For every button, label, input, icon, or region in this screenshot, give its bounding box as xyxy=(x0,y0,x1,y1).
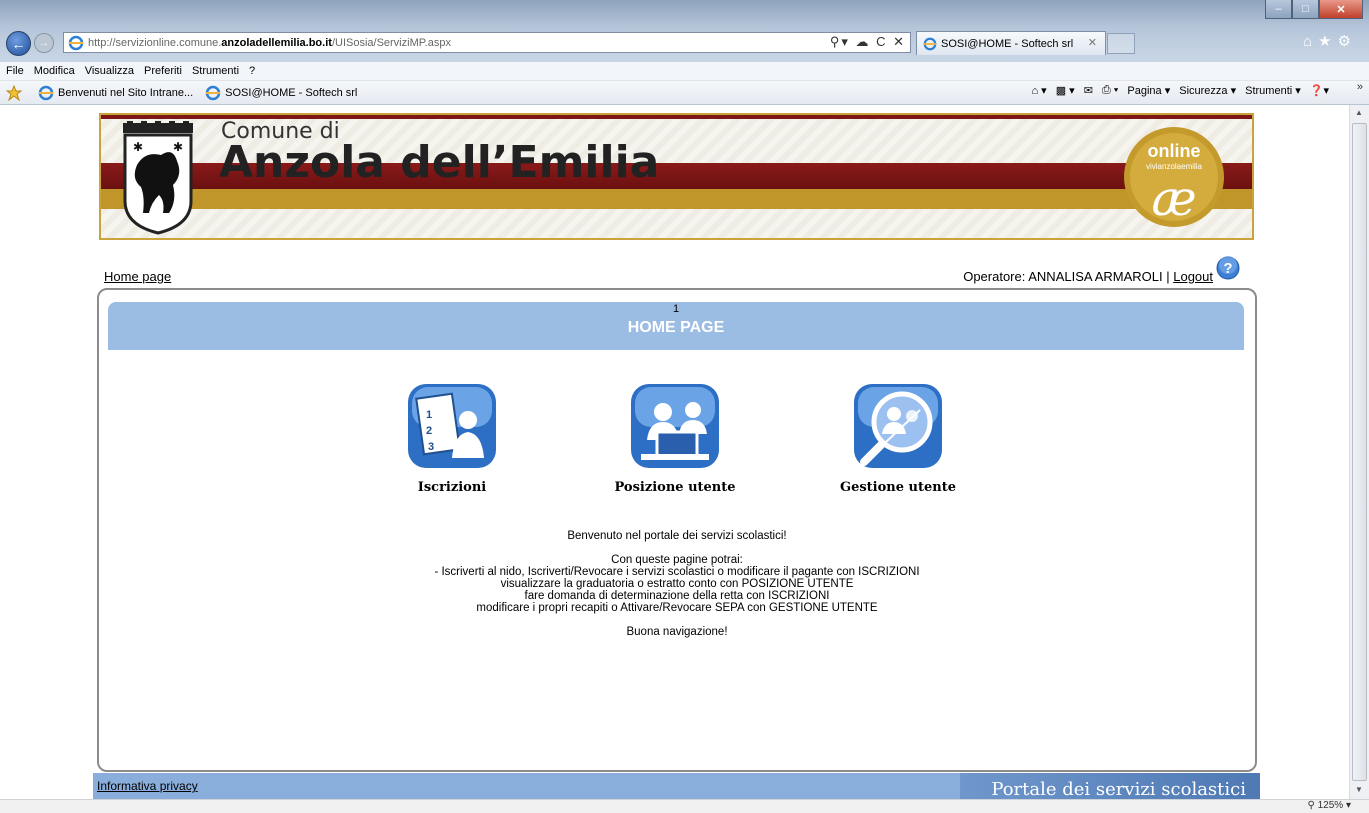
favorites-bar: Benvenuti nel Sito Intrane... SOSI@HOME … xyxy=(0,81,1369,105)
address-bar[interactable]: http://servizionline.comune.anzoladellem… xyxy=(63,32,911,53)
help-icon[interactable]: ? xyxy=(1216,256,1240,280)
page-header-bar: 1 HOME PAGE xyxy=(108,302,1244,350)
operator-name: Operatore: ANNALISA ARMAROLI | xyxy=(963,269,1174,284)
security-menu[interactable]: Sicurezza ▾ xyxy=(1179,84,1236,97)
favorite-label: Benvenuti nel Sito Intrane... xyxy=(58,86,194,99)
menu-modifica[interactable]: Modifica xyxy=(34,65,75,77)
print-icon[interactable]: ⎙ ▾ xyxy=(1102,84,1118,97)
page-menu[interactable]: Pagina ▾ xyxy=(1127,84,1170,97)
favorite-label: SOSI@HOME - Softech srl xyxy=(225,86,358,99)
welcome-line: Con queste pagine potrai: xyxy=(611,554,743,566)
feeds-icon[interactable]: ▩ ▾ xyxy=(1056,84,1075,97)
home-icon[interactable]: ⌂ ▾ xyxy=(1031,84,1046,97)
privacy-link[interactable]: Informativa privacy xyxy=(97,779,198,793)
mail-icon[interactable]: ✉ xyxy=(1084,84,1093,97)
menu-strumenti[interactable]: Strumenti xyxy=(192,65,239,77)
user-search-icon xyxy=(854,384,942,468)
menu-visualizza[interactable]: Visualizza xyxy=(85,65,134,77)
window-controls: – □ ✕ xyxy=(1265,0,1363,19)
page-viewport: ✱ ✱ Comune di Anzola dell’Emilia online … xyxy=(0,105,1349,799)
favorites-star[interactable] xyxy=(6,84,26,101)
minimize-button[interactable]: – xyxy=(1265,0,1292,19)
favorites-star-icon xyxy=(6,84,22,101)
banner-town-name: Anzola dell’Emilia xyxy=(219,137,660,188)
vertical-scrollbar[interactable]: ▲ ▼ xyxy=(1349,105,1369,799)
browser-titlebar: – □ ✕ ← → http://servizionline.comune.an… xyxy=(0,0,1369,62)
operator-info: Operatore: ANNALISA ARMAROLI | Logout xyxy=(963,269,1213,284)
help-menu-icon[interactable]: ❓▾ xyxy=(1310,84,1329,97)
new-tab-button[interactable] xyxy=(1107,33,1135,54)
service-posizione-utente[interactable]: Posizione utente xyxy=(595,382,755,495)
maximize-button[interactable]: □ xyxy=(1292,0,1319,19)
page-title: HOME PAGE xyxy=(627,319,725,336)
page-footer: Informativa privacy Portale dei servizi … xyxy=(93,773,1260,799)
welcome-line: Buona navigazione! xyxy=(626,626,728,638)
tab-label: SOSI@HOME - Softech srl xyxy=(941,37,1074,50)
svg-text:vivianzolaemilia: vivianzolaemilia xyxy=(1146,162,1203,171)
service-gestione-utente[interactable]: Gestione utente xyxy=(818,382,978,495)
ie-page-icon xyxy=(205,85,221,100)
toolbar-chevron-icon[interactable]: » xyxy=(1357,81,1363,93)
favorite-link-sosi[interactable]: SOSI@HOME - Softech srl xyxy=(205,85,357,101)
menu-bar: File Modifica Visualizza Preferiti Strum… xyxy=(0,62,1369,81)
svg-text:æ: æ xyxy=(1151,171,1196,227)
url-text: http://servizionline.comune.anzoladellem… xyxy=(88,36,451,49)
svg-text:3: 3 xyxy=(428,441,434,453)
service-label-iscrizioni: Iscrizioni xyxy=(417,480,487,495)
online-logo-icon: online vivianzolaemilia æ xyxy=(1124,127,1224,227)
svg-text:2: 2 xyxy=(426,425,432,437)
search-refresh-stop-icons[interactable]: ⚲▾ ☁ C ✕ xyxy=(830,34,906,50)
service-iscrizioni[interactable]: 1 2 3 Iscrizioni xyxy=(372,382,532,495)
user-computer-icon xyxy=(631,384,719,468)
svg-text:✱: ✱ xyxy=(133,140,143,154)
tab-close-icon[interactable]: ✕ xyxy=(1088,36,1097,49)
home-favorites-settings-icons[interactable]: ⌂★⚙ xyxy=(1303,32,1357,50)
menu-file[interactable]: File xyxy=(6,65,24,77)
scroll-down-arrow-icon[interactable]: ▼ xyxy=(1355,785,1363,794)
status-bar: ⚲ 125% ▾ xyxy=(0,799,1369,813)
ie-tab-icon xyxy=(923,37,937,50)
service-label-posizione-utente: Posizione utente xyxy=(614,480,736,495)
coat-of-arms-icon: ✱ ✱ xyxy=(123,121,193,235)
welcome-line: - Iscriverti al nido, Iscriverti/Revocar… xyxy=(434,566,920,578)
scroll-up-arrow-icon[interactable]: ▲ xyxy=(1355,108,1363,117)
welcome-message: Benvenuto nel portale dei servizi scolas… xyxy=(99,530,1255,638)
favorite-link-intranet[interactable]: Benvenuti nel Sito Intrane... xyxy=(38,85,193,101)
welcome-line: Benvenuto nel portale dei servizi scolas… xyxy=(567,530,787,542)
tab-sosi-home[interactable]: SOSI@HOME - Softech srl ✕ xyxy=(916,31,1106,55)
svg-text:?: ? xyxy=(1223,260,1232,277)
header-banner: ✱ ✱ Comune di Anzola dell’Emilia online … xyxy=(99,113,1254,240)
welcome-line: visualizzare la graduatoria o estratto c… xyxy=(500,578,854,590)
home-page-link[interactable]: Home page xyxy=(104,269,171,284)
menu-help[interactable]: ? xyxy=(249,65,255,77)
menu-preferiti[interactable]: Preferiti xyxy=(144,65,182,77)
enrollment-list-icon: 1 2 3 xyxy=(408,384,496,468)
svg-text:✱: ✱ xyxy=(173,140,183,154)
tools-menu[interactable]: Strumenti ▾ xyxy=(1245,84,1301,97)
scrollbar-thumb[interactable] xyxy=(1352,123,1367,781)
command-bar: ⌂ ▾ ▩ ▾ ✉ ⎙ ▾ Pagina ▾ Sicurezza ▾ Strum… xyxy=(1022,84,1329,97)
welcome-line: modificare i propri recapiti o Attivare/… xyxy=(476,602,878,614)
service-label-gestione-utente: Gestione utente xyxy=(839,480,956,495)
portal-name: Portale dei servizi scolastici xyxy=(991,779,1246,799)
svg-text:online: online xyxy=(1148,141,1201,161)
banner-gold-stripe xyxy=(101,189,1252,209)
ie-page-icon xyxy=(68,35,84,50)
svg-text:1: 1 xyxy=(426,409,432,421)
page-number: 1 xyxy=(672,303,680,315)
footer-portal-band: Portale dei servizi scolastici xyxy=(960,773,1260,799)
back-button[interactable]: ← xyxy=(6,31,31,56)
forward-button[interactable]: → xyxy=(34,33,54,53)
close-window-button[interactable]: ✕ xyxy=(1319,0,1363,19)
ie-page-icon xyxy=(38,85,54,100)
zoom-level[interactable]: ⚲ 125% ▾ xyxy=(1308,800,1352,811)
logout-link[interactable]: Logout xyxy=(1173,269,1213,284)
main-content-box: 1 HOME PAGE 1 2 3 Iscrizioni Posizione u… xyxy=(97,288,1257,772)
welcome-line: fare domanda di determinazione della ret… xyxy=(524,590,830,602)
